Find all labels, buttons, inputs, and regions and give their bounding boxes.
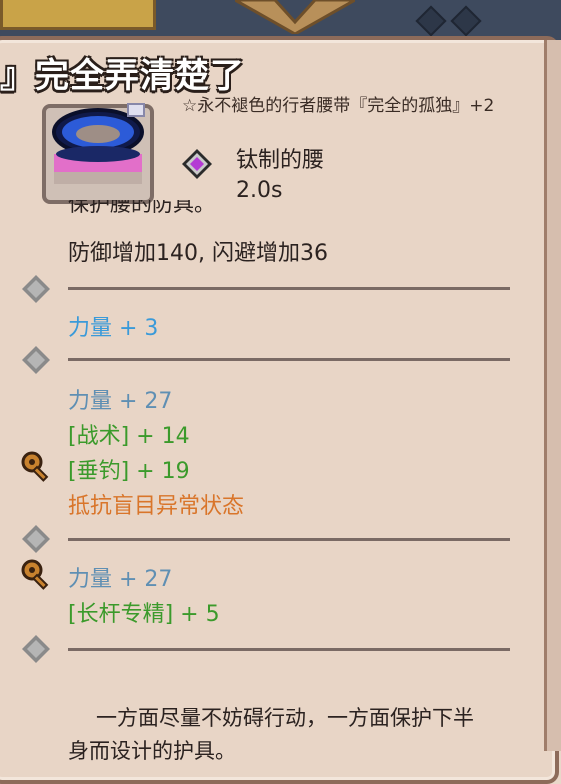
stat-line: [垂钓] + 19 <box>68 459 190 484</box>
empty-socket-icon[interactable] <box>21 634 51 664</box>
stat-line: [长杆专精] + 5 <box>68 602 220 627</box>
blue-belt-icon <box>42 103 154 204</box>
stat-line: [战术] + 14 <box>68 424 190 449</box>
stat-line: 力量 + 3 <box>68 316 159 341</box>
effect-text: 防御增加140, 闪避增加36 <box>68 241 328 266</box>
stat-line: 力量 + 27 <box>68 389 173 414</box>
purple-gem-icon <box>182 149 212 179</box>
stat-line: 力量 + 27 <box>68 567 173 592</box>
divider <box>68 538 510 541</box>
empty-socket-icon[interactable] <box>21 274 51 304</box>
item-name: ☆永不褪色的行者腰带『完全的孤独』+2 <box>182 96 495 116</box>
ornament-icon <box>235 0 355 34</box>
scrollbar[interactable] <box>544 40 561 751</box>
stat-line: 抵抗盲目异常状态 <box>68 494 245 519</box>
divider <box>68 358 510 361</box>
divider <box>68 287 510 290</box>
empty-socket-icon[interactable] <box>21 345 51 375</box>
slot-type: 钛制的腰 <box>236 148 325 173</box>
gold-tile <box>0 0 156 30</box>
item-title: 』完全弄清楚了 <box>0 56 245 96</box>
bead-icon <box>450 5 482 37</box>
flavor-text: 一方面尽量不妨碍行动，一方面保护下半身而设计的护具。 <box>68 706 474 763</box>
key-icon[interactable] <box>20 450 54 484</box>
divider <box>68 648 510 651</box>
empty-socket-icon[interactable] <box>21 524 51 554</box>
key-icon[interactable] <box>20 558 54 592</box>
bead-icon <box>415 5 447 37</box>
top-frame <box>0 0 561 40</box>
description-cut: 保护腰的防具。 <box>68 200 215 216</box>
